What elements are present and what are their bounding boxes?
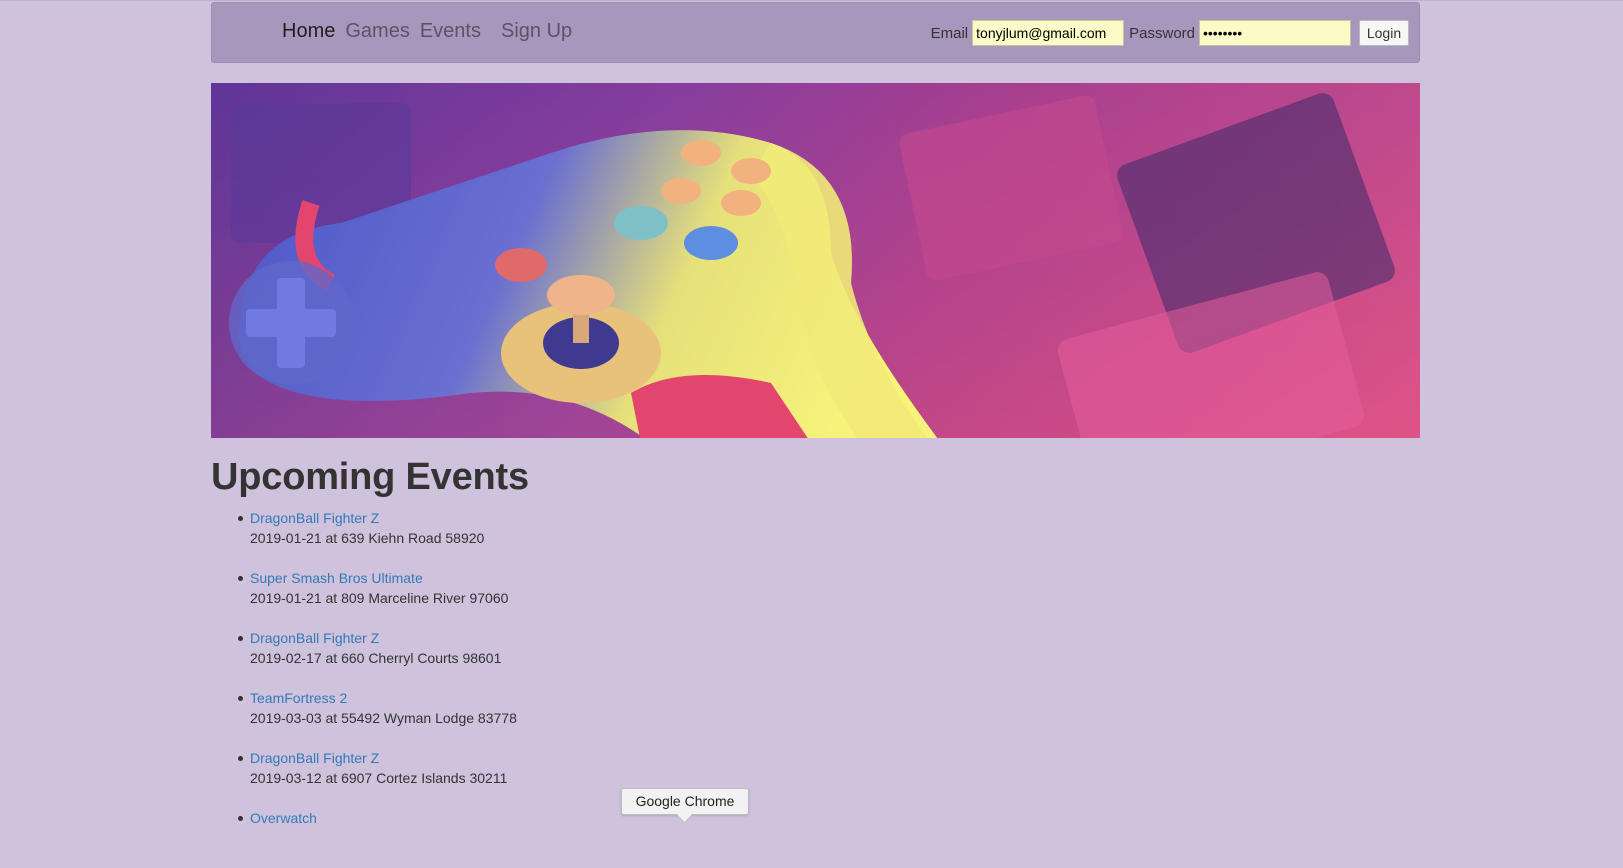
event-item: TeamFortress 2 2019-03-03 at 55492 Wyman… <box>238 688 517 748</box>
event-detail: 2019-01-21 at 639 Kiehn Road 58920 <box>250 530 485 546</box>
event-link[interactable]: TeamFortress 2 <box>250 688 517 708</box>
password-label: Password <box>1129 24 1195 42</box>
event-link[interactable]: Overwatch <box>250 808 517 828</box>
event-item: DragonBall Fighter Z 2019-01-21 at 639 K… <box>238 508 517 568</box>
event-link[interactable]: DragonBall Fighter Z <box>250 628 517 648</box>
nav-links: Home Games Events Sign Up <box>282 20 582 43</box>
event-item: Overwatch <box>238 808 517 868</box>
password-field[interactable] <box>1199 20 1351 46</box>
window-top-border <box>0 0 1623 1</box>
event-detail: 2019-01-21 at 809 Marceline River 97060 <box>250 590 509 606</box>
upcoming-events-heading: Upcoming Events <box>211 456 529 498</box>
nav-signup-link[interactable]: Sign Up <box>501 20 572 43</box>
event-item: DragonBall Fighter Z 2019-02-17 at 660 C… <box>238 628 517 688</box>
event-link[interactable]: DragonBall Fighter Z <box>250 748 517 768</box>
event-detail: 2019-02-17 at 660 Cherryl Courts 98601 <box>250 650 502 666</box>
event-link[interactable]: Super Smash Bros Ultimate <box>250 568 517 588</box>
login-button[interactable]: Login <box>1359 20 1409 46</box>
navbar: Home Games Events Sign Up Email Password… <box>211 2 1420 63</box>
app-tooltip: Google Chrome <box>621 788 749 815</box>
event-link[interactable]: DragonBall Fighter Z <box>250 508 517 528</box>
event-detail: 2019-03-03 at 55492 Wyman Lodge 83778 <box>250 710 517 726</box>
login-form: Email Password Login <box>931 20 1409 46</box>
email-label: Email <box>930 24 969 42</box>
hero-banner-image <box>211 83 1420 438</box>
nav-games-link[interactable]: Games <box>345 20 409 43</box>
game-controller-illustration <box>211 83 1420 438</box>
event-item: Super Smash Bros Ultimate 2019-01-21 at … <box>238 568 517 628</box>
nav-events-link[interactable]: Events <box>420 20 481 43</box>
nav-home-link[interactable]: Home <box>282 20 335 43</box>
email-field[interactable] <box>972 20 1125 46</box>
event-detail: 2019-03-12 at 6907 Cortez Islands 30211 <box>250 770 508 786</box>
event-item: DragonBall Fighter Z 2019-03-12 at 6907 … <box>238 748 517 808</box>
events-list: DragonBall Fighter Z 2019-01-21 at 639 K… <box>238 508 517 868</box>
